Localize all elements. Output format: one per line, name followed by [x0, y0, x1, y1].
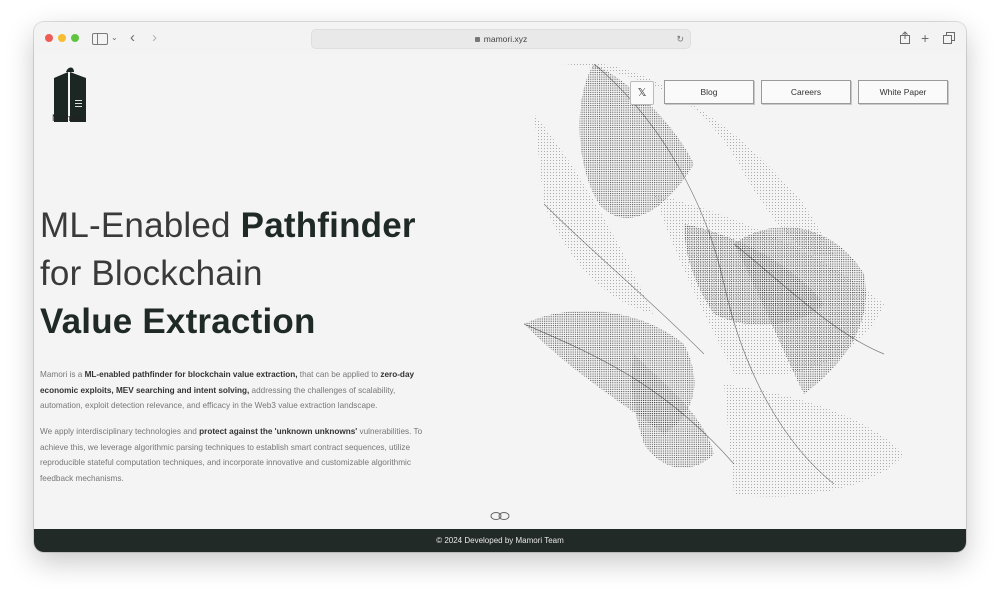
new-tab-icon[interactable]: + [921, 31, 929, 45]
intro-paragraph: Mamori is a ML-enabled pathfinder for bl… [40, 367, 430, 414]
knot-divider-icon [490, 512, 510, 520]
hero-particle-art [523, 62, 904, 497]
nav-white-paper-button[interactable]: White Paper [858, 80, 948, 104]
headline-line-2: for Blockchain [40, 254, 263, 293]
minimize-window-button[interactable] [58, 34, 66, 42]
browser-toolbar: ⌄ ‹ › mamori.xyz ↻ + [34, 22, 966, 55]
headline-part-bold: Pathfinder [240, 206, 416, 245]
site-footer: © 2024 Developed by Mamori Team [34, 529, 966, 552]
close-window-button[interactable] [45, 34, 53, 42]
intro-text-1: Mamori is a [40, 370, 85, 379]
sidebar-toggle-icon[interactable] [92, 33, 108, 45]
page-content: Mamori 𝕏 Blog Careers White Paper ML-Ena… [34, 54, 966, 516]
tab-overview-icon[interactable] [943, 32, 955, 44]
lock-icon [474, 37, 480, 42]
hero-headline: ML-Enabled Pathfinder for Blockchain Val… [40, 202, 416, 346]
intro-bold-1: ML-enabled pathfinder for blockchain val… [84, 370, 298, 379]
approach-bold-1: protect against the 'unknown unknowns' [199, 427, 358, 436]
forward-arrow-icon[interactable]: › [152, 30, 157, 45]
intro-text-2: that can be applied to [297, 370, 381, 379]
x-icon: 𝕏 [637, 87, 647, 99]
approach-paragraph: We apply interdisciplinary technologies … [40, 424, 430, 486]
zoom-window-button[interactable] [71, 34, 79, 42]
nav-careers-button[interactable]: Careers [761, 80, 851, 104]
address-bar[interactable]: mamori.xyz ↻ [311, 29, 691, 49]
approach-text-1: We apply interdisciplinary technologies … [40, 427, 200, 436]
brand-name: Mamori [52, 113, 86, 124]
reload-icon[interactable]: ↻ [676, 30, 684, 48]
x-social-button[interactable]: 𝕏 [630, 81, 654, 105]
share-icon[interactable] [899, 31, 911, 44]
headline-line-3: Value Extraction [40, 302, 316, 341]
headline-part-light: ML-Enabled [40, 206, 241, 245]
nav-blog-button[interactable]: Blog [664, 80, 754, 104]
url-text: mamori.xyz [483, 34, 528, 44]
browser-window: ⌄ ‹ › mamori.xyz ↻ + Mamori 𝕏 Blog Caree… [34, 22, 966, 552]
chevron-down-icon[interactable]: ⌄ [111, 31, 118, 45]
back-arrow-icon[interactable]: ‹ [130, 30, 135, 45]
